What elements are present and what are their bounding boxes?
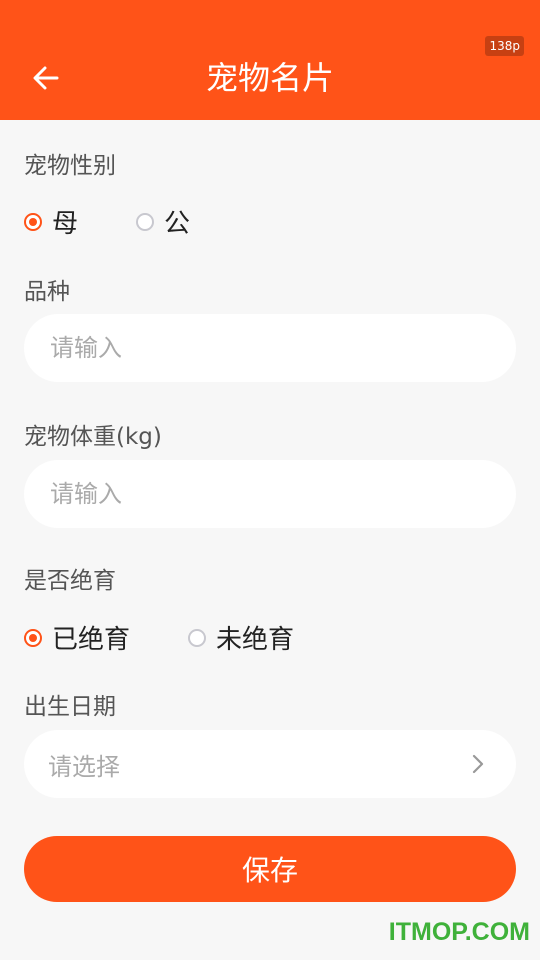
gender-radio-group: 母 公 [24,203,190,240]
page-title: 宠物名片 [205,59,334,97]
resolution-badge: 138p [485,36,524,56]
neutered-option-yes: 已绝育 [52,625,131,655]
birthday-select[interactable]: 请选择 [24,730,516,798]
birthday-placeholder: 请选择 [48,752,120,781]
weight-label: 宠物体重(kg) [24,424,162,450]
neutered-radio-no[interactable]: 未绝育 [188,619,294,656]
radio-unchecked-icon [136,212,155,231]
weight-field [24,460,516,528]
breed-field [24,314,516,382]
radio-checked-icon [24,212,42,231]
gender-label: 宠物性别 [24,153,116,179]
gender-option-male: 公 [164,209,191,239]
site-watermark: ITMOP.COM [388,918,530,946]
radio-unchecked-icon [188,628,207,647]
save-button[interactable]: 保存 [24,836,516,902]
gender-radio-male[interactable]: 公 [136,203,190,240]
neutered-radio-yes[interactable]: 已绝育 [24,619,130,656]
app-header: 138p 宠物名片 [0,0,540,120]
neutered-option-no: 未绝育 [216,625,295,655]
radio-checked-icon [24,628,42,647]
weight-input[interactable] [48,479,472,509]
breed-input[interactable] [48,333,472,363]
breed-label: 品种 [24,279,70,305]
chevron-right-icon [472,754,484,774]
gender-option-female: 母 [52,209,79,239]
neutered-label: 是否绝育 [24,568,116,594]
neutered-radio-group: 已绝育 未绝育 [24,619,294,656]
birthday-label: 出生日期 [24,694,116,720]
gender-radio-female[interactable]: 母 [24,203,78,240]
